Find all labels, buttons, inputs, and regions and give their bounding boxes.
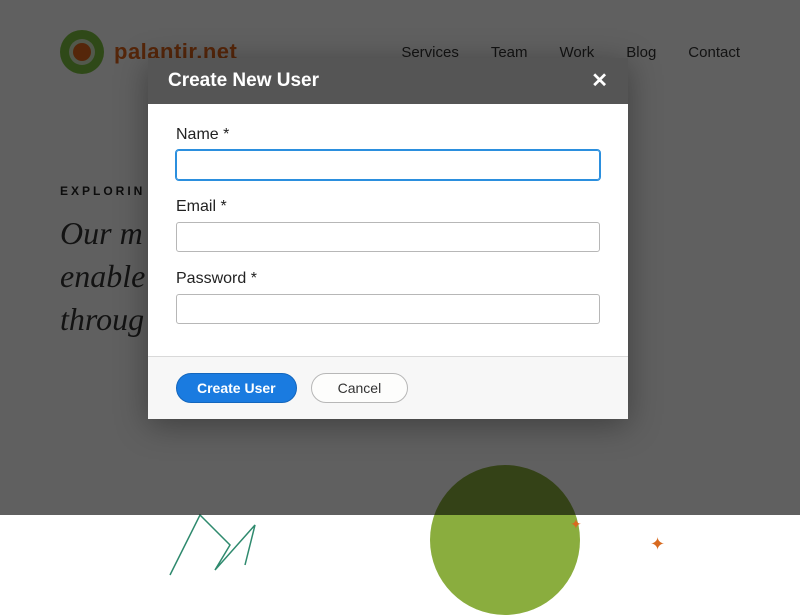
email-label: Email * [176, 198, 600, 216]
modal-title: Create New User [168, 70, 319, 92]
close-icon[interactable]: ✕ [591, 71, 608, 91]
create-user-button[interactable]: Create User [176, 373, 297, 403]
modal-body: Name * Email * Password * [148, 104, 628, 356]
modal-footer: Create User Cancel [148, 356, 628, 419]
password-label: Password * [176, 270, 600, 288]
sparkle-icon: ✦ [570, 516, 582, 533]
email-input[interactable] [176, 222, 600, 252]
name-label: Name * [176, 126, 600, 144]
modal-header: Create New User ✕ [148, 58, 628, 104]
field-email: Email * [176, 198, 600, 252]
cancel-button[interactable]: Cancel [311, 373, 409, 403]
field-password: Password * [176, 270, 600, 324]
password-input[interactable] [176, 294, 600, 324]
sparkle-icon: ✦ [650, 534, 665, 555]
name-input[interactable] [176, 150, 600, 180]
create-user-modal: Create New User ✕ Name * Email * Passwor… [148, 58, 628, 419]
field-name: Name * [176, 126, 600, 180]
